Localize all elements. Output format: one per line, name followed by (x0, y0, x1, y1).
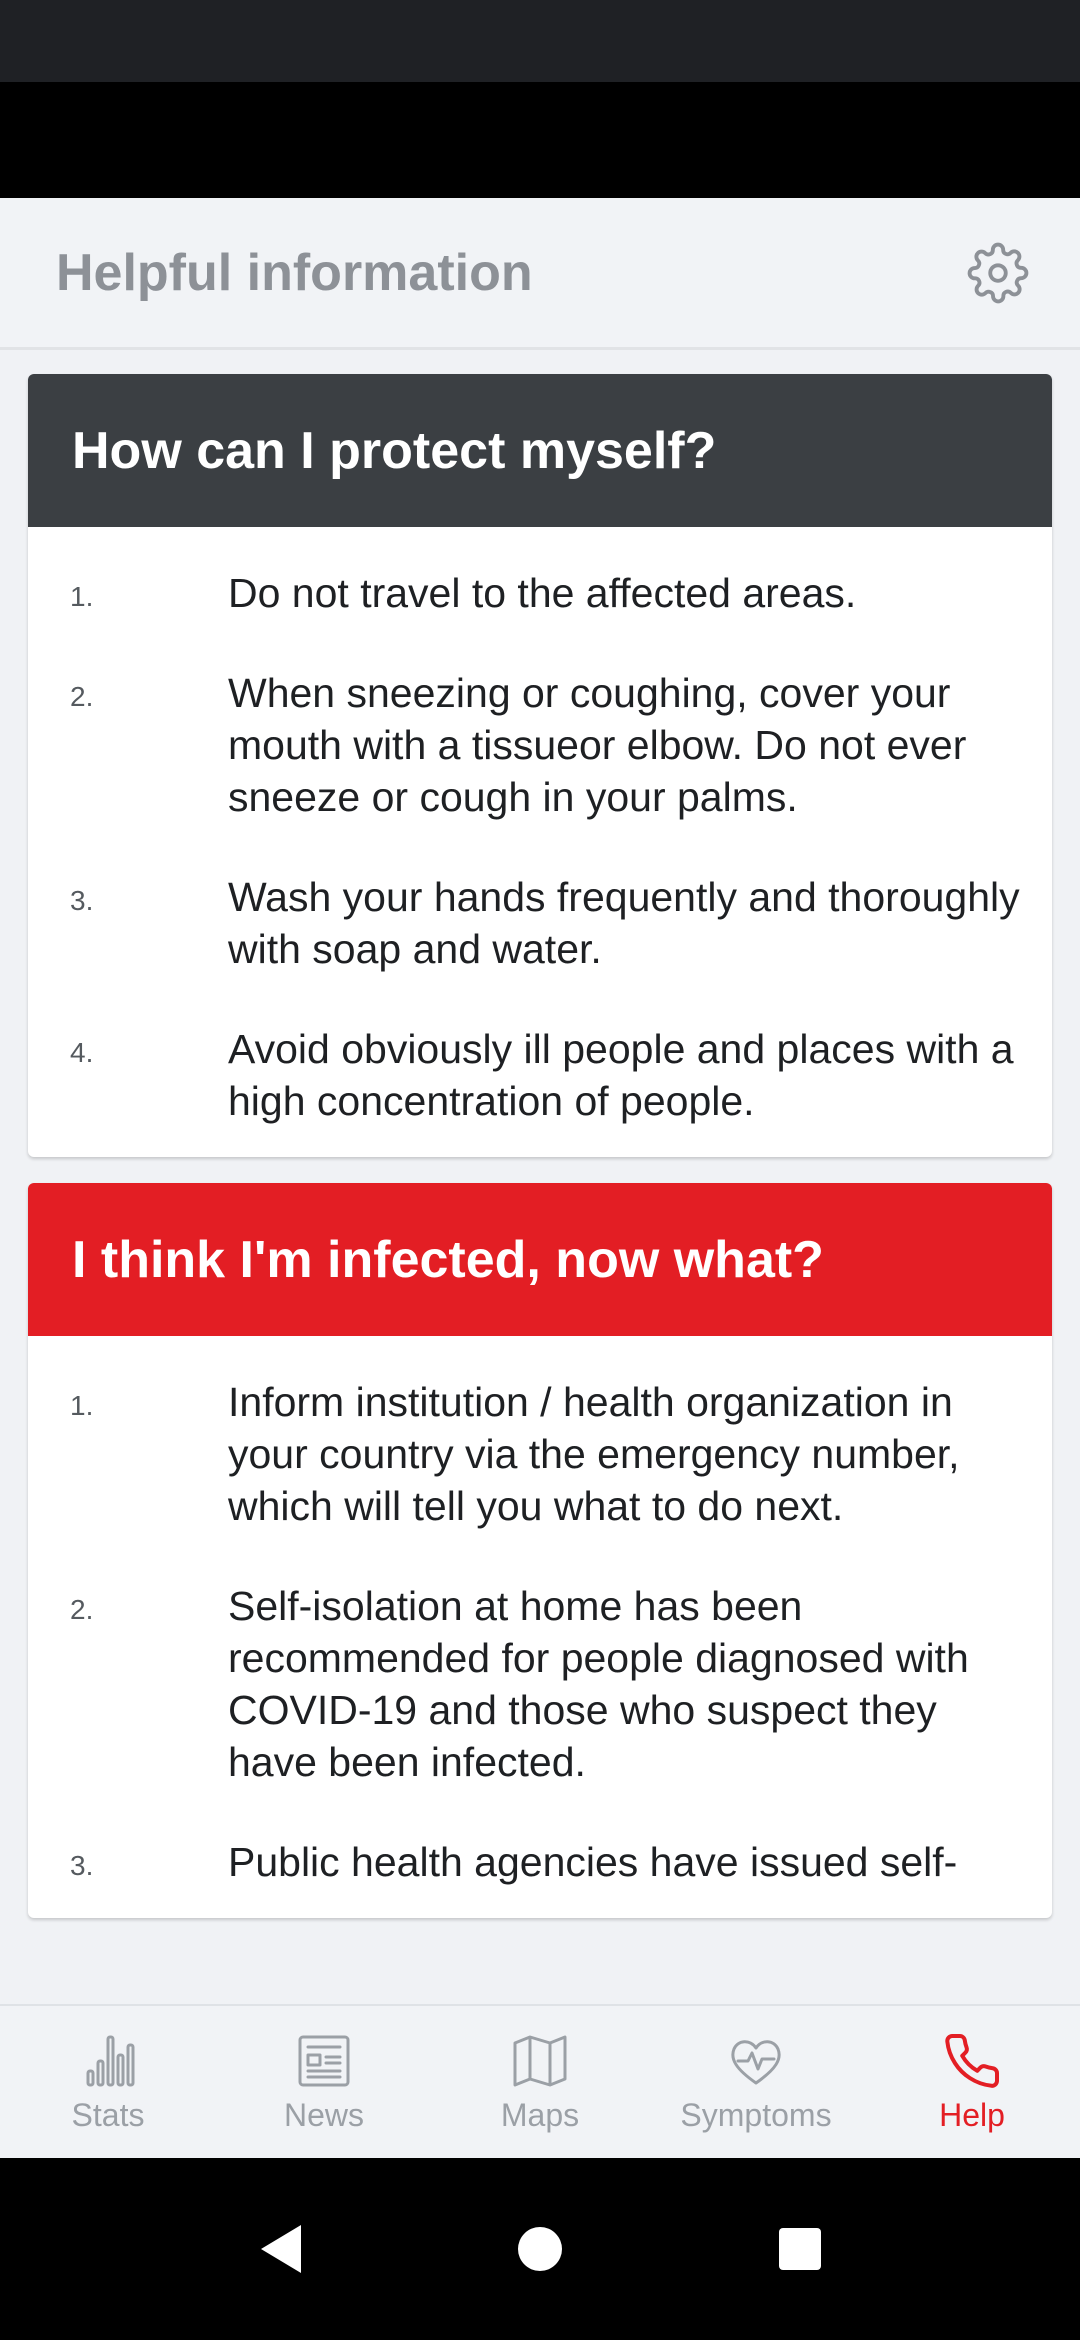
list-item: 1. Inform institution / health organizat… (28, 1376, 1052, 1532)
nav-item-news[interactable]: News (216, 2005, 432, 2159)
bar-chart-icon (86, 2035, 135, 2086)
heartbeat-icon (731, 2039, 781, 2084)
nav-label-help: Help (939, 2096, 1005, 2133)
nav-label-stats: Stats (71, 2096, 145, 2133)
gear-icon (967, 242, 1029, 303)
settings-button[interactable] (966, 241, 1030, 305)
item-text: Avoid obviously ill people and places wi… (228, 1026, 1014, 1124)
item-number: 2. (70, 681, 94, 712)
bottom-nav: Stats News Maps Symptoms Help (0, 2004, 1080, 2158)
nav-item-help[interactable]: Help (864, 2005, 1080, 2159)
home-circle-icon (518, 2227, 562, 2271)
back-triangle-icon (261, 2225, 301, 2273)
protect-list: 1. Do not travel to the affected areas. … (28, 527, 1052, 1157)
item-text: Do not travel to the affected areas. (228, 570, 857, 616)
home-button[interactable] (500, 2209, 580, 2289)
nav-item-maps[interactable]: Maps (432, 2005, 648, 2159)
item-text: Public health agencies have issued self- (228, 1839, 958, 1885)
list-item: 3. Wash your hands frequently and thorou… (28, 871, 1052, 975)
item-text: Self-isolation at home has been recommen… (228, 1583, 969, 1785)
item-text: Inform institution / health organization… (228, 1379, 960, 1529)
status-bar (0, 0, 1080, 82)
list-item: 1. Do not travel to the affected areas. (28, 567, 1052, 619)
protect-card-header: How can I protect myself? (28, 374, 1052, 527)
item-number: 3. (70, 1850, 94, 1881)
nav-item-stats[interactable]: Stats (0, 2005, 216, 2159)
recents-button[interactable] (760, 2209, 840, 2289)
infected-card: I think I'm infected, now what? 1. Infor… (28, 1183, 1052, 1918)
list-item: 4. Avoid obviously ill people and places… (28, 1023, 1052, 1127)
nav-label-symptoms: Symptoms (680, 2096, 832, 2133)
infected-card-header: I think I'm infected, now what? (28, 1183, 1052, 1336)
scroll-content[interactable]: How can I protect myself? 1. Do not trav… (0, 352, 1080, 2004)
item-number: 4. (70, 1037, 94, 1068)
item-number: 1. (70, 1390, 94, 1421)
infected-list: 1. Inform institution / health organizat… (28, 1336, 1052, 1918)
nav-item-symptoms[interactable]: Symptoms (648, 2005, 864, 2159)
nav-label-maps: Maps (500, 2096, 580, 2133)
list-item: 3. Public health agencies have issued se… (28, 1836, 1052, 1888)
protect-card: How can I protect myself? 1. Do not trav… (28, 374, 1052, 1157)
phone-icon (945, 2033, 1000, 2088)
item-number: 3. (70, 885, 94, 916)
back-button[interactable] (240, 2209, 320, 2289)
newspaper-icon (298, 2035, 350, 2086)
top-black-band (0, 82, 1080, 198)
app-header: Helpful information (0, 198, 1080, 350)
system-nav-bar (0, 2158, 1080, 2340)
item-text: When sneezing or coughing, cover your mo… (228, 670, 967, 820)
nav-label-news: News (283, 2096, 364, 2133)
page-title: Helpful information (56, 243, 533, 302)
map-icon (513, 2035, 567, 2086)
item-number: 1. (70, 581, 94, 612)
recents-square-icon (779, 2228, 821, 2270)
list-item: 2. When sneezing or coughing, cover your… (28, 667, 1052, 823)
item-number: 2. (70, 1594, 94, 1625)
item-text: Wash your hands frequently and thoroughl… (228, 874, 1020, 972)
list-item: 2. Self-isolation at home has been recom… (28, 1580, 1052, 1788)
